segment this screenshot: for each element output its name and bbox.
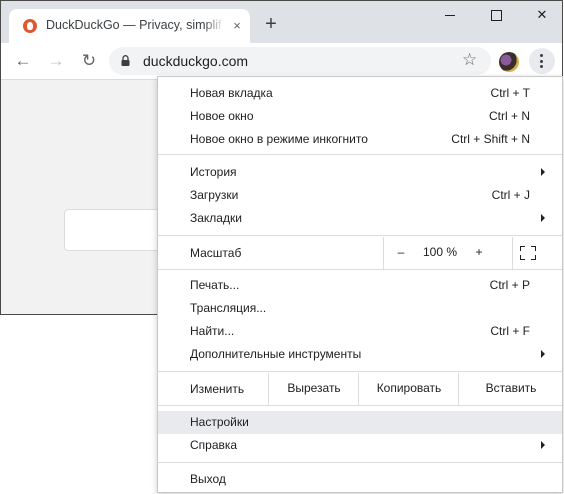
back-button[interactable]: ← [13,51,33,71]
chrome-main-menu: Новая вкладка Ctrl + T Новое окно Ctrl +… [157,76,563,493]
menu-item-shortcut: Ctrl + F [490,324,530,338]
fullscreen-button[interactable] [512,237,563,269]
cut-label: Вырезать [287,381,341,395]
menu-divider [158,371,562,372]
menu-divider [158,154,562,155]
chevron-right-icon [541,441,545,449]
menu-item-history[interactable]: История [158,161,562,184]
menu-item-downloads[interactable]: Загрузки Ctrl + J [158,184,562,207]
chevron-right-icon [541,168,545,176]
menu-item-label: Печать... [190,278,240,292]
menu-divider [158,462,562,463]
menu-item-label: Настройки [190,415,249,429]
menu-divider [158,405,562,406]
new-tab-button[interactable]: + [261,14,281,35]
menu-item-label: Трансляция... [190,301,267,315]
zoom-in-button[interactable]: + [470,245,488,259]
edit-row: Изменить Вырезать Копировать Вставить [158,373,562,405]
zoom-controls: – 100 % + [383,237,513,269]
zoom-row: Масштаб – 100 % + [158,237,562,269]
url-text[interactable]: duckduckgo.com [143,53,248,69]
menu-item-new-tab[interactable]: Новая вкладка Ctrl + T [158,82,562,105]
menu-item-label: Новая вкладка [190,86,273,100]
menu-item-cast[interactable]: Трансляция... [158,297,562,320]
menu-item-label: Новое окно в режиме инкогнито [190,132,368,146]
menu-item-exit[interactable]: Выход [158,468,562,491]
menu-item-incognito-window[interactable]: Новое окно в режиме инкогнито Ctrl + Shi… [158,128,562,151]
menu-item-shortcut: Ctrl + Shift + N [451,132,530,146]
menu-item-label: Выход [190,472,226,486]
menu-item-label: Закладки [190,211,242,225]
menu-item-shortcut: Ctrl + N [488,109,530,123]
chevron-right-icon [541,350,545,358]
maximize-icon [490,10,502,22]
menu-item-label: Дополнительные инструменты [190,347,362,361]
tab-duckduckgo[interactable]: DuckDuckGo — Privacy, simplified. × [9,9,250,43]
kebab-menu-icon[interactable] [529,48,555,74]
tab-close-icon[interactable]: × [230,19,244,33]
menu-item-shortcut: Ctrl + J [491,188,530,202]
cut-button[interactable]: Вырезать [268,373,359,405]
menu-item-label: Справка [190,438,238,452]
forward-button[interactable]: → [46,51,66,71]
address-bar[interactable]: duckduckgo.com ☆ [109,47,491,75]
maximize-button[interactable] [481,5,511,25]
paste-button[interactable]: Вставить [458,373,563,405]
zoom-label: Масштаб [190,246,242,260]
menu-item-print[interactable]: Печать... Ctrl + P [158,274,562,297]
lock-icon[interactable] [121,55,130,66]
paste-label: Вставить [485,381,537,395]
fullscreen-icon [520,246,536,260]
menu-item-label: История [190,165,237,179]
chevron-right-icon [541,214,545,222]
menu-divider [158,235,562,236]
duckduckgo-favicon-icon [23,19,37,33]
zoom-out-button[interactable]: – [392,245,410,259]
menu-item-settings[interactable]: Настройки [158,411,562,434]
close-window-button[interactable]: ✕ [527,5,557,25]
reload-button[interactable]: ↻ [79,51,99,71]
menu-item-new-window[interactable]: Новое окно Ctrl + N [158,105,562,128]
star-icon[interactable]: ☆ [462,50,477,70]
menu-item-label: Найти... [190,324,235,338]
tab-title: DuckDuckGo — Privacy, simplified. [46,18,222,32]
menu-item-label: Новое окно [190,109,254,123]
menu-item-shortcut: Ctrl + P [489,278,530,292]
menu-item-shortcut: Ctrl + T [490,86,530,100]
minimize-button[interactable] [435,5,465,25]
minimize-icon [445,15,455,17]
edit-label: Изменить [190,382,245,396]
menu-item-label: Загрузки [190,188,239,202]
menu-item-help[interactable]: Справка [158,434,562,457]
copy-button[interactable]: Копировать [358,373,459,405]
menu-divider [158,269,562,270]
menu-item-find[interactable]: Найти... Ctrl + F [158,320,562,343]
menu-item-bookmarks[interactable]: Закладки [158,207,562,230]
toolbar: ← → ↻ duckduckgo.com ☆ [1,43,562,80]
copy-label: Копировать [376,381,442,395]
avatar[interactable] [499,52,519,72]
titlebar: DuckDuckGo — Privacy, simplified. × + ✕ [1,1,562,43]
tab-title-fade [204,15,224,35]
zoom-level: 100 % [422,245,458,259]
menu-item-more-tools[interactable]: Дополнительные инструменты [158,343,562,366]
